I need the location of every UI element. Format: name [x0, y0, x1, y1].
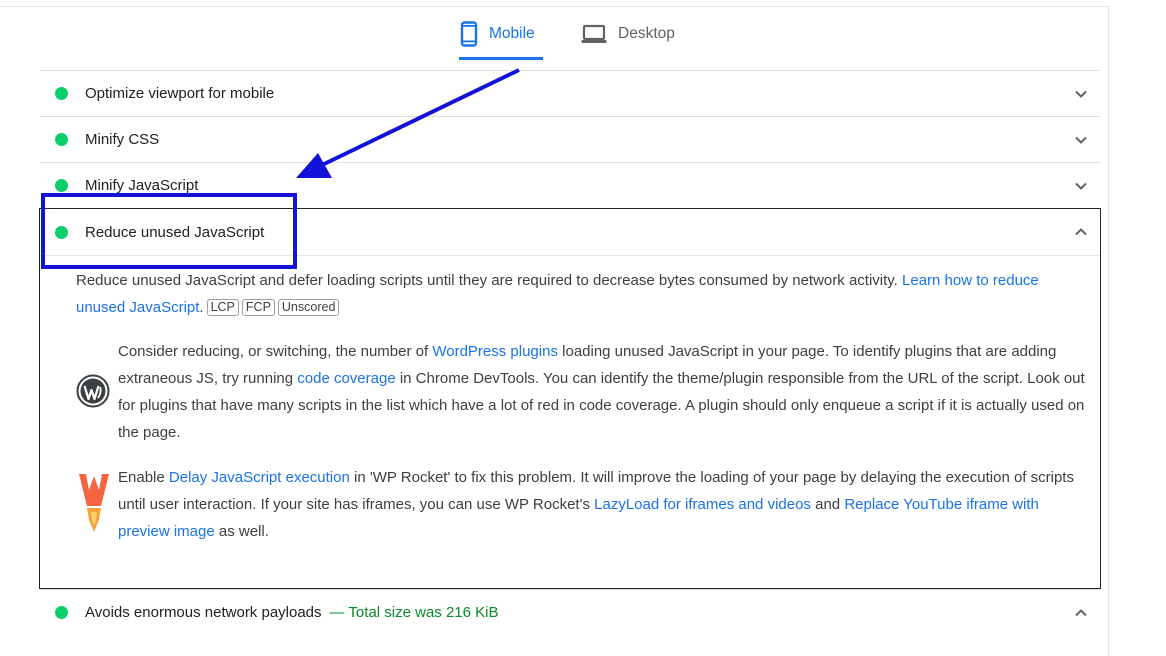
- stack-text: Enable: [118, 469, 165, 486]
- pass-indicator: [55, 606, 68, 619]
- stack-text: as well.: [218, 523, 269, 540]
- metric-chip-fcp: FCP: [241, 299, 275, 316]
- delay-js-link[interactable]: Delay JavaScript execution: [169, 469, 350, 486]
- tab-mobile-label: Mobile: [489, 25, 535, 42]
- audit-row-network-payloads[interactable]: Avoids enormous network payloads — Total…: [40, 589, 1100, 635]
- device-tabs: Mobile Desktop: [0, 7, 1109, 69]
- chevron-down-icon[interactable]: [1074, 135, 1088, 144]
- metric-chip-lcp: LCP: [206, 299, 239, 316]
- tab-desktop-label: Desktop: [618, 25, 675, 42]
- code-coverage-link[interactable]: code coverage: [297, 370, 395, 387]
- tab-desktop[interactable]: Desktop: [581, 7, 675, 61]
- audit-row-minify-js[interactable]: Minify JavaScript: [40, 162, 1100, 208]
- audit-title: Optimize viewport for mobile: [85, 85, 275, 102]
- stack-text: Consider reducing, or switching, the num…: [118, 343, 429, 360]
- stack-pack-wp-rocket: Enable Delay JavaScript execution in 'WP…: [118, 464, 1088, 545]
- audit-expanded-unused-js: Reduce unused JavaScript Reduce unused J…: [39, 208, 1101, 589]
- pass-indicator: [55, 179, 68, 192]
- audit-description: Reduce unused JavaScript and defer loadi…: [76, 272, 1039, 316]
- pass-indicator: [55, 225, 68, 239]
- phone-icon: [460, 21, 478, 47]
- pass-indicator: [55, 133, 68, 146]
- audit-header-unused-js[interactable]: Reduce unused JavaScript: [40, 209, 1100, 256]
- audit-row-minify-css[interactable]: Minify CSS: [40, 116, 1100, 162]
- wordpress-plugins-link[interactable]: WordPress plugins: [432, 343, 558, 360]
- chevron-down-icon[interactable]: [1074, 181, 1088, 190]
- chevron-up-icon[interactable]: [1074, 608, 1088, 617]
- active-tab-indicator: [459, 57, 543, 60]
- chevron-up-icon[interactable]: [1074, 228, 1088, 237]
- tab-mobile[interactable]: Mobile: [460, 7, 535, 61]
- audit-title: Minify CSS: [85, 131, 160, 148]
- audit-title: Reduce unused JavaScript: [85, 223, 265, 241]
- audit-title: Avoids enormous network payloads: [85, 604, 322, 621]
- audit-title: Minify JavaScript: [85, 177, 199, 194]
- metric-chip-unscored: Unscored: [277, 299, 340, 316]
- wp-rocket-icon: [77, 472, 111, 539]
- audit-detail: — Total size was 216 KiB: [329, 604, 499, 621]
- wordpress-icon: [76, 374, 110, 413]
- stack-text: and: [815, 496, 841, 513]
- stack-pack-wordpress: Consider reducing, or switching, the num…: [118, 338, 1088, 446]
- description-text: Reduce unused JavaScript and defer loadi…: [76, 272, 898, 289]
- chevron-down-icon[interactable]: [1074, 89, 1088, 98]
- laptop-icon: [581, 23, 607, 45]
- audit-row-viewport[interactable]: Optimize viewport for mobile: [40, 70, 1100, 116]
- lazyload-link[interactable]: LazyLoad for iframes and videos: [594, 496, 811, 513]
- pass-indicator: [55, 87, 68, 100]
